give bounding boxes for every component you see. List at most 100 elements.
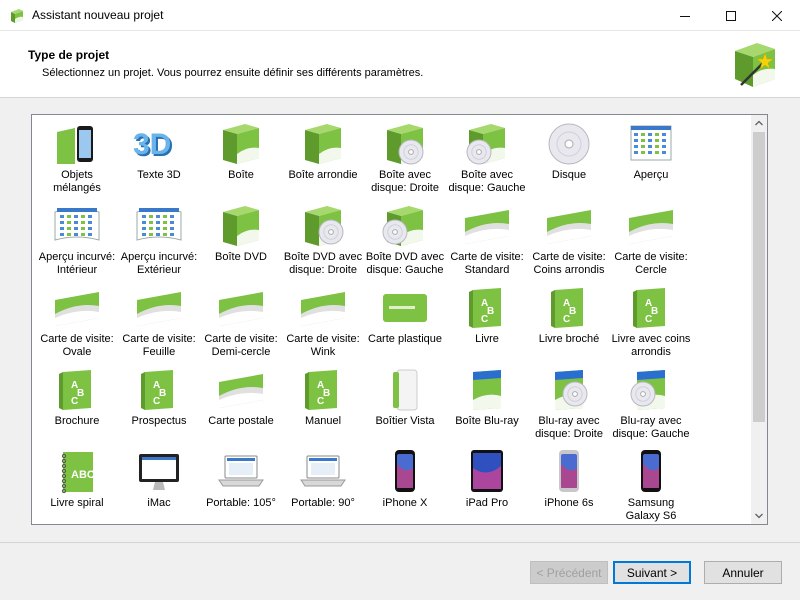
project-item[interactable]: Boîte arrondie [282,117,364,199]
project-item[interactable]: Blu-ray avec disque: Droite [528,363,610,445]
svg-text:3D: 3D [133,128,171,161]
project-item[interactable]: A B C Livre [446,281,528,363]
manual-icon: ABC [305,370,337,410]
project-thumbnail [543,202,595,248]
project-label: Boîte [228,169,254,181]
project-item[interactable]: Carte plastique [364,281,446,363]
maximize-button[interactable] [708,0,754,31]
scroll-down-button[interactable] [751,508,767,524]
project-thumbnail [379,120,431,166]
project-label: iMac [147,497,171,509]
project-thumbnail: ABC [297,366,349,412]
project-item[interactable]: Boîte Blu-ray [446,363,528,445]
project-item[interactable]: Objets mélangés [36,117,118,199]
project-item[interactable]: Aperçu incurvé: Extérieur [118,199,200,281]
svg-text:C: C [563,314,570,325]
project-item[interactable]: Carte de visite: Coins arrondis [528,199,610,281]
project-item[interactable]: Boîtier Vista [364,363,446,445]
project-thumbnail [379,448,431,494]
project-item[interactable]: Disque [528,117,610,199]
project-thumbnail [625,366,677,412]
text-3d-icon: 3D3D [133,128,173,163]
project-item[interactable]: Aperçu incurvé: Intérieur [36,199,118,281]
close-button[interactable] [754,0,800,31]
project-label: iPad Pro [465,497,509,509]
curved-preview-inner-icon [54,208,100,241]
iphone-x-icon [395,450,415,492]
project-thumbnail [215,120,267,166]
project-thumbnail [133,284,185,330]
project-item[interactable]: A B C Livre broché [528,281,610,363]
project-label: Manuel [304,415,342,427]
project-label: Samsung Galaxy S6 [625,497,677,522]
project-label: Portable: 90° [291,497,355,509]
project-label: Carte de visite: Standard [450,251,524,276]
project-thumbnail [461,448,513,494]
project-item[interactable]: Boîte avec disque: Droite [364,117,446,199]
project-item[interactable]: Boîte avec disque: Gauche [446,117,528,199]
project-thumbnail [51,120,103,166]
project-item[interactable]: Carte de visite: Feuille [118,281,200,363]
brochure-icon: ABC [59,370,91,410]
scroll-up-button[interactable] [751,115,767,131]
business-card-oval-icon [55,292,99,326]
previous-button[interactable]: < Précédent [530,561,608,584]
project-thumbnail: ABC [543,284,595,330]
project-item[interactable]: ABC Livre spiral [36,445,118,524]
project-item[interactable]: Samsung Galaxy S6 [610,445,692,524]
project-thumbnail [543,366,595,412]
project-item[interactable]: A B C Livre avec coins arrondis [610,281,692,363]
project-item[interactable]: iPhone 6s [528,445,610,524]
project-thumbnail [297,448,349,494]
project-item[interactable]: 3D 3D Texte 3D [118,117,200,199]
project-item[interactable]: Carte de visite: Ovale [36,281,118,363]
project-label: Carte de visite: Ovale [40,333,114,358]
project-item[interactable]: Boîte DVD [200,199,282,281]
svg-text:C: C [481,314,488,325]
project-thumbnail [133,202,185,248]
project-item[interactable]: Portable: 105° [200,445,282,524]
project-item[interactable]: Boîte DVD avec disque: Droite [282,199,364,281]
scrollbar-thumb[interactable] [753,132,765,422]
project-item[interactable]: iPad Pro [446,445,528,524]
bluray-disc-left-icon [630,370,665,410]
preview-icon [630,125,672,161]
mixed-objects-icon [57,126,93,164]
project-item[interactable]: Carte de visite: Demi-cercle [200,281,282,363]
minimize-button[interactable] [662,0,708,31]
project-thumbnail [297,202,349,248]
project-item[interactable]: Aperçu [610,117,692,199]
business-card-standard-icon [465,210,509,244]
project-thumbnail [51,202,103,248]
business-card-half-circle-icon [219,292,263,326]
project-item[interactable]: iMac [118,445,200,524]
project-item[interactable]: Carte de visite: Standard [446,199,528,281]
project-item[interactable]: Boîte [200,117,282,199]
project-thumbnail [625,448,677,494]
project-item[interactable]: Blu-ray avec disque: Gauche [610,363,692,445]
project-item[interactable]: A B C Prospectus [118,363,200,445]
project-thumbnail [379,366,431,412]
project-thumbnail [215,202,267,248]
project-item[interactable]: Boîte DVD avec disque: Gauche [364,199,446,281]
project-label: Livre spiral [50,497,104,509]
next-button[interactable]: Suivant > [613,561,691,584]
cancel-button[interactable]: Annuler [704,561,782,584]
project-item[interactable]: Carte de visite: Cercle [610,199,692,281]
project-item[interactable]: iPhone X [364,445,446,524]
project-label: Aperçu [633,169,669,181]
footer-divider [0,542,800,543]
app-icon [11,9,23,23]
project-item[interactable]: A B C Brochure [36,363,118,445]
project-item[interactable]: A B C Manuel [282,363,364,445]
spiral-book-icon: ABC [61,452,95,494]
bluray-disc-right-icon [555,370,588,410]
project-label: Brochure [54,415,100,427]
project-item[interactable]: Portable: 90° [282,445,364,524]
project-item[interactable]: Carte de visite: Wink [282,281,364,363]
project-label: Prospectus [131,415,187,427]
dvd-box-disc-left-icon [382,206,423,246]
project-item[interactable]: Carte postale [200,363,282,445]
project-label: Boîte arrondie [288,169,358,181]
vertical-scrollbar[interactable] [751,115,767,524]
